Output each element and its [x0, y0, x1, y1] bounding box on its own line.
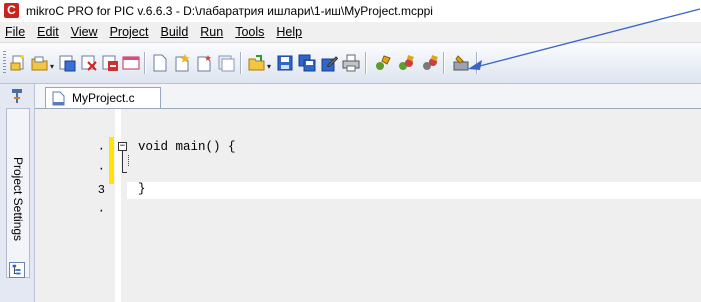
line-number: 3	[97, 183, 105, 197]
open-project-icon[interactable]	[31, 54, 49, 72]
tab-label: MyProject.c	[72, 91, 135, 105]
project-window-icon[interactable]	[122, 54, 140, 72]
project-settings-icon[interactable]	[9, 88, 25, 104]
open-file-icon[interactable]	[248, 54, 266, 72]
window-title: mikroC PRO for PIC v.6.6.3 - D:\лабаратр…	[26, 4, 433, 18]
current-line-highlight	[127, 182, 701, 199]
project-files-icon[interactable]	[217, 54, 235, 72]
menu-tools-label: Tools	[235, 25, 265, 39]
build-all-icon[interactable]	[398, 54, 416, 72]
toolbar-grip[interactable]	[3, 51, 6, 75]
title-bar: C mikroC PRO for PIC v.6.6.3 - D:\лабара…	[0, 0, 701, 22]
build-program-icon[interactable]	[421, 54, 439, 72]
toolbar-separator	[443, 52, 445, 74]
toolbar-separator	[365, 52, 367, 74]
code-line-3[interactable]: }	[138, 182, 146, 196]
menu-file-label: File	[5, 25, 26, 39]
main-toolbar: ▾ ▾	[0, 43, 701, 84]
save-as-icon[interactable]	[320, 54, 338, 72]
tab-myproject-c[interactable]: MyProject.c	[45, 87, 161, 108]
line-marker: ·	[97, 204, 105, 218]
menu-build-label: Build	[160, 25, 189, 39]
error-marker	[128, 155, 129, 167]
menu-bar: File Edit View Project Build Run Tools H…	[0, 22, 701, 43]
menu-tools[interactable]: Tools	[229, 22, 270, 42]
add-file-icon[interactable]	[173, 54, 191, 72]
menu-project[interactable]: Project	[104, 22, 155, 42]
menu-file[interactable]: File	[0, 22, 31, 42]
menu-view[interactable]: View	[65, 22, 104, 42]
toolbar-separator	[240, 52, 242, 74]
menu-edit[interactable]: Edit	[31, 22, 65, 42]
open-project-dropdown-icon[interactable]: ▾	[50, 62, 54, 71]
remove-icon[interactable]	[101, 54, 119, 72]
menu-help[interactable]: Help	[270, 22, 308, 42]
code-explorer-icon[interactable]	[9, 262, 25, 278]
modified-lines-marker	[109, 137, 114, 184]
save-project-icon[interactable]	[58, 54, 76, 72]
build-icon[interactable]	[374, 54, 392, 72]
programmer-icon[interactable]	[452, 54, 470, 72]
menu-edit-label: Edit	[37, 25, 59, 39]
project-settings-tab[interactable]: Project Settings	[6, 108, 30, 278]
print-icon[interactable]	[342, 54, 360, 72]
toolbar-separator	[144, 52, 146, 74]
line-marker: ·	[97, 142, 105, 156]
save-all-icon[interactable]	[298, 54, 316, 72]
code-editor[interactable]: · · 3 · − void main() { }	[35, 109, 701, 302]
menu-run[interactable]: Run	[194, 22, 229, 42]
new-unit-icon[interactable]	[195, 54, 213, 72]
save-icon[interactable]	[276, 54, 294, 72]
menu-view-label: View	[70, 25, 98, 39]
line-number-gutter: · · 3 ·	[35, 109, 112, 302]
menu-project-label: Project	[109, 25, 149, 39]
fold-column	[115, 109, 121, 302]
toolbar-separator	[476, 52, 478, 74]
menu-help-label: Help	[276, 25, 303, 39]
mikroc-logo-icon: C	[4, 3, 19, 18]
editor-tab-strip: MyProject.c	[35, 84, 701, 109]
project-settings-label: Project Settings	[11, 156, 25, 242]
close-project-icon[interactable]	[80, 54, 98, 72]
code-line-1[interactable]: void main() {	[138, 140, 236, 154]
fold-collapse-icon[interactable]: −	[118, 142, 127, 151]
menu-run-label: Run	[200, 25, 224, 39]
new-project-icon[interactable]	[10, 54, 28, 72]
fold-guide-end	[122, 172, 127, 173]
line-marker: ·	[97, 162, 105, 176]
open-file-dropdown-icon[interactable]: ▾	[267, 62, 271, 71]
c-file-icon	[52, 91, 65, 106]
fold-guide-line	[122, 151, 123, 173]
left-dock-panel: Project Settings	[0, 84, 35, 302]
new-file-icon[interactable]	[151, 54, 169, 72]
menu-build[interactable]: Build	[154, 22, 194, 42]
